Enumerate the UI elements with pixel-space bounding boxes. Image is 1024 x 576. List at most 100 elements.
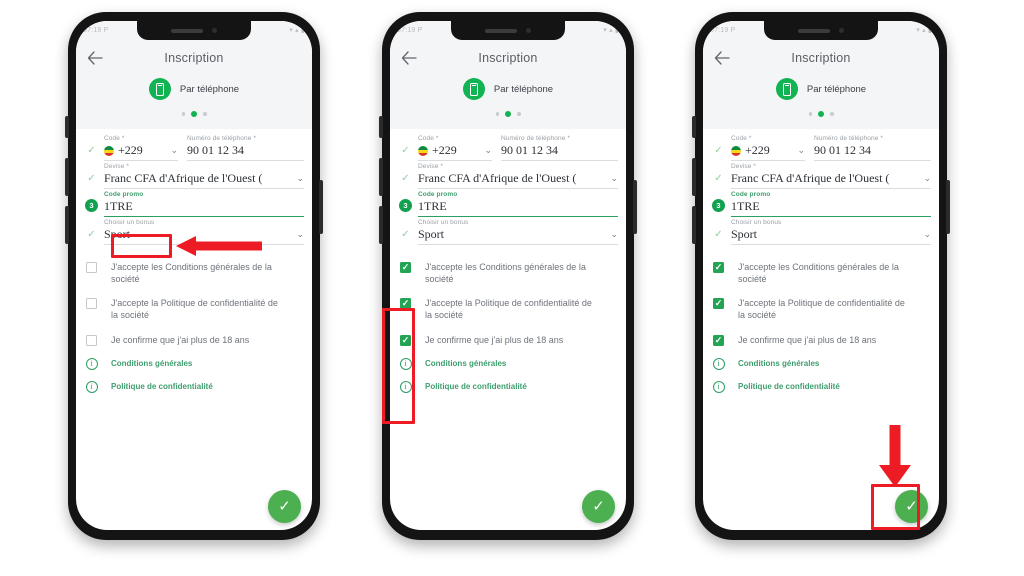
pager-dot-2[interactable] <box>191 111 197 117</box>
consent-checkbox-2[interactable] <box>400 298 411 310</box>
consent-row-3[interactable]: Je confirme que j'ai plus de 18 ans <box>398 334 618 346</box>
promo-code-field[interactable]: Code promo 1TRE <box>418 191 618 217</box>
consent-row-3[interactable]: Je confirme que j'ai plus de 18 ans <box>711 334 931 346</box>
back-arrow-icon[interactable] <box>400 49 418 67</box>
link-row-privacy[interactable]: i Politique de confidentialité <box>398 380 618 393</box>
pager-dot-3[interactable] <box>203 112 207 116</box>
link-row-terms[interactable]: i Conditions générales <box>711 357 931 370</box>
status-time: 07:19 <box>397 27 416 34</box>
phone-volume-down-button[interactable] <box>379 206 383 244</box>
privacy-link[interactable]: Politique de confidentialité <box>738 382 840 391</box>
info-icon: i <box>399 380 412 393</box>
country-code-field[interactable]: Code * +229 ⌄ <box>731 135 805 161</box>
status-bar-left: 07:19 P <box>397 27 422 34</box>
consent-checkbox-2[interactable] <box>86 298 97 310</box>
chevron-down-icon[interactable]: ⌄ <box>296 230 304 239</box>
promo-row: 3 Code promo 1TRE <box>398 191 618 217</box>
phone-mute-switch[interactable] <box>65 116 69 138</box>
terms-link[interactable]: Conditions générales <box>738 359 819 368</box>
phone-mute-switch[interactable] <box>379 116 383 138</box>
chevron-down-icon[interactable]: ⌄ <box>923 174 931 183</box>
chevron-down-icon[interactable]: ⌄ <box>610 174 618 183</box>
consent-row-2[interactable]: J'accepte la Politique de confidentialit… <box>398 297 618 321</box>
consent-checkbox-2[interactable] <box>713 298 724 310</box>
bonus-value: Sport <box>731 227 758 241</box>
phone-mute-switch[interactable] <box>692 116 696 138</box>
consent-row-1[interactable]: J'accepte les Conditions générales de la… <box>398 261 618 285</box>
submit-button[interactable]: ✓ <box>268 490 301 523</box>
consent-label-3: Je confirme que j'ai plus de 18 ans <box>111 334 250 345</box>
pager-dot-3[interactable] <box>830 112 834 116</box>
currency-field[interactable]: Devise * Franc CFA d'Afrique de l'Ouest … <box>104 163 304 189</box>
country-code-field[interactable]: Code * +229 ⌄ <box>418 135 492 161</box>
bonus-field[interactable]: Choisir un bonus Sport ⌄ <box>418 219 618 245</box>
submit-button[interactable]: ✓ <box>895 490 928 523</box>
phone-row: ✓ Code * +229 ⌄ Numéro de téléphone * 90… <box>398 135 618 161</box>
consent-checkbox-1[interactable] <box>713 262 724 273</box>
consent-row-2[interactable]: J'accepte la Politique de confidentialit… <box>84 297 304 321</box>
phone-power-button[interactable] <box>633 180 637 234</box>
phone-number-field[interactable]: Numéro de téléphone * 90 01 12 34 <box>187 135 304 161</box>
check-icon: ✓ <box>278 498 291 515</box>
chevron-down-icon[interactable]: ⌄ <box>484 146 492 155</box>
consent-checkbox-3[interactable] <box>713 334 724 346</box>
consent-row-1[interactable]: J'accepte les Conditions générales de la… <box>711 261 931 285</box>
chevron-down-icon[interactable]: ⌄ <box>296 174 304 183</box>
phone-number-field[interactable]: Numéro de téléphone * 90 01 12 34 <box>814 135 931 161</box>
consent-row-3[interactable]: Je confirme que j'ai plus de 18 ans <box>84 334 304 346</box>
phone-volume-down-button[interactable] <box>65 206 69 244</box>
promo-row-status: 3 <box>398 199 413 217</box>
terms-link[interactable]: Conditions générales <box>425 359 506 368</box>
chevron-down-icon[interactable]: ⌄ <box>610 230 618 239</box>
link-row-terms[interactable]: i Conditions générales <box>398 357 618 370</box>
chevron-down-icon[interactable]: ⌄ <box>170 146 178 155</box>
promo-code-field[interactable]: Code promo 1TRE <box>104 191 304 217</box>
phone-volume-up-button[interactable] <box>65 158 69 196</box>
pager-dot-2[interactable] <box>505 111 511 117</box>
consent-checkbox-3[interactable] <box>86 334 97 346</box>
consent-row-2[interactable]: J'accepte la Politique de confidentialit… <box>711 297 931 321</box>
currency-row-status: ✓ <box>398 174 413 189</box>
pager-dot-1[interactable] <box>181 112 185 116</box>
back-arrow-icon[interactable] <box>713 49 731 67</box>
phone-power-button[interactable] <box>946 180 950 234</box>
privacy-link[interactable]: Politique de confidentialité <box>425 382 527 391</box>
phone-icon <box>775 78 798 100</box>
link-row-privacy[interactable]: i Politique de confidentialité <box>84 380 304 393</box>
currency-row: ✓ Devise * Franc CFA d'Afrique de l'Oues… <box>398 163 618 189</box>
pager-dot-1[interactable] <box>808 112 812 116</box>
phone-volume-down-button[interactable] <box>692 206 696 244</box>
consent-row-1[interactable]: J'accepte les Conditions générales de la… <box>84 261 304 285</box>
currency-field[interactable]: Devise * Franc CFA d'Afrique de l'Ouest … <box>731 163 931 189</box>
back-arrow-icon[interactable] <box>86 49 104 67</box>
phone-volume-up-button[interactable] <box>379 158 383 196</box>
phone-number-field[interactable]: Numéro de téléphone * 90 01 12 34 <box>501 135 618 161</box>
currency-field[interactable]: Devise * Franc CFA d'Afrique de l'Ouest … <box>418 163 618 189</box>
phone-power-button[interactable] <box>319 180 323 234</box>
consent-checkbox-1[interactable] <box>400 262 411 273</box>
phone-number-label: Numéro de téléphone * <box>814 135 883 142</box>
submit-button[interactable]: ✓ <box>582 490 615 523</box>
pager-dot-2[interactable] <box>818 111 824 117</box>
promo-code-field[interactable]: Code promo 1TRE <box>731 191 931 217</box>
link-row-terms[interactable]: i Conditions générales <box>84 357 304 370</box>
signup-method-row: Par téléphone <box>390 78 626 100</box>
chevron-down-icon[interactable]: ⌄ <box>797 146 805 155</box>
consent-checkbox-1[interactable] <box>86 262 97 273</box>
check-icon: ✓ <box>87 229 96 240</box>
link-row-privacy[interactable]: i Politique de confidentialité <box>711 380 931 393</box>
terms-link[interactable]: Conditions générales <box>111 359 192 368</box>
bonus-field[interactable]: Choisir un bonus Sport ⌄ <box>731 219 931 245</box>
phone-volume-up-button[interactable] <box>692 158 696 196</box>
country-code-label: Code * <box>418 135 439 142</box>
chevron-down-icon[interactable]: ⌄ <box>923 230 931 239</box>
country-code-field[interactable]: Code * +229 ⌄ <box>104 135 178 161</box>
front-camera-icon <box>212 28 217 33</box>
consent-checkbox-3[interactable] <box>400 334 411 346</box>
phone-number-label: Numéro de téléphone * <box>187 135 256 142</box>
privacy-link[interactable]: Politique de confidentialité <box>111 382 213 391</box>
earpiece-speaker-icon <box>485 28 517 33</box>
pager-dot-1[interactable] <box>495 112 499 116</box>
registration-form: ✓ Code * +229 ⌄ Numéro de téléphone * 90… <box>390 129 626 245</box>
pager-dot-3[interactable] <box>517 112 521 116</box>
